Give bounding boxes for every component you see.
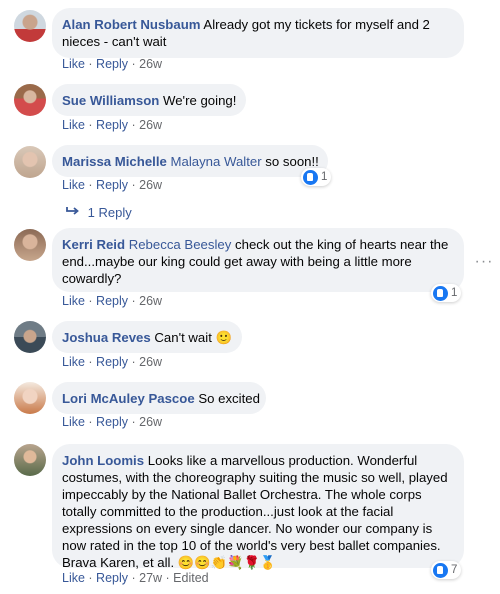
comment-bubble: John Loomis Looks like a marvellous prod… (52, 444, 464, 570)
avatar[interactable] (14, 146, 46, 178)
reply-link[interactable]: Reply (96, 57, 128, 71)
reaction-badge[interactable]: 1 (301, 168, 332, 186)
comment-actions: Like · Reply · 26w (62, 178, 163, 192)
comment-actions: Like · Reply · 26w (62, 355, 163, 369)
comment-author[interactable]: Lori McAuley Pascoe (62, 391, 195, 406)
thumbs-up-icon (433, 562, 448, 578)
comment-author[interactable]: Sue Williamson (62, 93, 159, 108)
comment-timestamp[interactable]: 26w (139, 178, 162, 192)
reply-link[interactable]: Reply (96, 118, 128, 132)
like-link[interactable]: Like (62, 57, 85, 71)
reaction-badge[interactable]: 7 (431, 561, 462, 579)
comment-text: so soon!! (265, 154, 319, 169)
comment-timestamp[interactable]: 26w (139, 57, 162, 71)
comment-bubble: Kerri Reid Rebecca Beesley check out the… (52, 228, 464, 292)
comment-actions: Like · Reply · 26w (62, 415, 163, 429)
comment-actions: Like · Reply · 26w (62, 294, 163, 308)
comment-author[interactable]: Joshua Reves (62, 330, 151, 345)
comment-bubble: Joshua Reves Can't wait 🙂 (52, 321, 242, 353)
comment-text: So excited (198, 391, 260, 406)
thumbs-up-icon (433, 285, 448, 301)
comment-timestamp[interactable]: 26w (139, 355, 162, 369)
comment-text: We're going! (163, 93, 237, 108)
avatar[interactable] (14, 84, 46, 116)
reaction-count: 7 (451, 564, 458, 576)
avatar[interactable] (14, 444, 46, 476)
reaction-badge[interactable]: 1 (431, 284, 462, 302)
avatar[interactable] (14, 382, 46, 414)
comment-timestamp[interactable]: 26w (139, 294, 162, 308)
like-link[interactable]: Like (62, 355, 85, 369)
comment-text: Looks like a marvellous production. Wond… (62, 453, 448, 570)
comment-bubble: Marissa Michelle Malayna Walter so soon!… (52, 145, 328, 177)
like-link[interactable]: Like (62, 294, 85, 308)
thumbs-up-icon (303, 169, 318, 185)
avatar[interactable] (14, 10, 46, 42)
reply-link[interactable]: Reply (96, 571, 128, 585)
avatar[interactable] (14, 321, 46, 353)
like-link[interactable]: Like (62, 571, 85, 585)
comment-author[interactable]: John Loomis (62, 453, 144, 468)
edited-label: Edited (173, 571, 209, 585)
comment-author[interactable]: Kerri Reid (62, 237, 125, 252)
reaction-count: 1 (451, 287, 458, 299)
comment-actions: Like · Reply · 26w (62, 57, 163, 71)
comment-author[interactable]: Marissa Michelle (62, 154, 167, 169)
reply-link[interactable]: Reply (96, 294, 128, 308)
reply-link[interactable]: Reply (96, 178, 128, 192)
comment-timestamp[interactable]: 26w (139, 415, 162, 429)
view-replies-link[interactable]: 1 Reply (66, 205, 132, 220)
like-link[interactable]: Like (62, 178, 85, 192)
comment-text: Can't wait 🙂 (154, 330, 232, 345)
replies-count[interactable]: 1 Reply (88, 205, 132, 220)
reaction-count: 1 (321, 171, 328, 183)
more-options-icon[interactable]: ··· (474, 252, 494, 272)
comment-author[interactable]: Alan Robert Nusbaum (62, 17, 200, 32)
mention-link[interactable]: Malayna Walter (171, 154, 262, 169)
mention-link[interactable]: Rebecca Beesley (129, 237, 232, 252)
comment-timestamp[interactable]: 26w (139, 118, 162, 132)
comment-bubble: Sue Williamson We're going! (52, 84, 246, 116)
reply-arrow-icon (66, 205, 84, 220)
reply-link[interactable]: Reply (96, 355, 128, 369)
comment-actions: Like · Reply · 27w · Edited (62, 571, 209, 585)
comment-bubble: Lori McAuley Pascoe So excited (52, 382, 266, 414)
like-link[interactable]: Like (62, 118, 85, 132)
comment-timestamp[interactable]: 27w (139, 571, 162, 585)
comment-actions: Like · Reply · 26w (62, 118, 163, 132)
comment-bubble: Alan Robert Nusbaum Already got my ticke… (52, 8, 464, 58)
like-link[interactable]: Like (62, 415, 85, 429)
reply-link[interactable]: Reply (96, 415, 128, 429)
avatar[interactable] (14, 229, 46, 261)
